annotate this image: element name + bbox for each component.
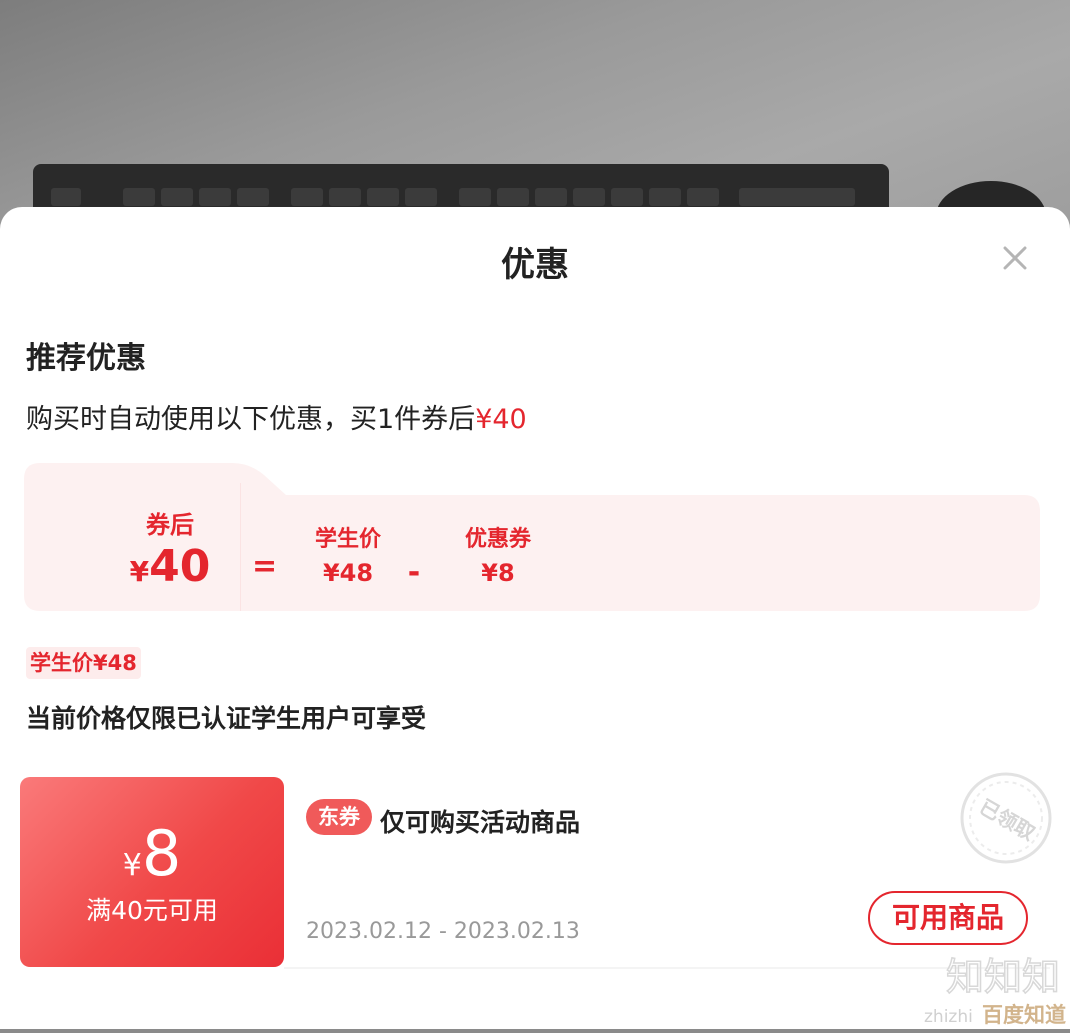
coupon-type-badge: 东券 [306,799,372,835]
student-price-tag: 学生价¥48 [26,647,141,679]
discount-sheet: 优惠 推荐优惠 购买时自动使用以下优惠，买1件券后¥40 券后 ¥40 = 学生… [0,207,1070,1029]
coupon-date-range: 2023.02.12 - 2023.02.13 [306,919,580,944]
recommend-desc: 购买时自动使用以下优惠，买1件券后¥40 [26,404,527,435]
coupon-amount: ¥8 [122,817,182,890]
coupon-value-panel: ¥8 满40元可用 [20,777,284,967]
coupon-value: ¥8 [481,559,515,587]
recommend-price: ¥40 [475,404,527,435]
coupon-detail-panel: 东券 仅可购买活动商品 2023.02.12 - 2023.02.13 可用商品 [284,777,1050,969]
watermark-logo: 知知知 zhizhi 百度知道 [920,950,1070,1029]
equals-sign: = [252,549,278,584]
coupon-label: 优惠券 [464,527,531,552]
svg-text:百度知道: 百度知道 [982,1003,1066,1027]
price-breakdown: 券后 ¥40 = 学生价 ¥48 - 优惠券 ¥8 [24,463,1040,611]
coupon-description: 仅可购买活动商品 [380,808,581,837]
recommend-title: 推荐优惠 [26,341,146,376]
coupon-condition: 满40元可用 [86,896,218,925]
background-photo [0,0,1070,240]
close-button[interactable] [996,239,1034,277]
student-price-label: 学生价 [314,527,381,552]
after-coupon-price: ¥40 [129,541,211,592]
close-icon [1003,246,1027,270]
student-price-value: ¥48 [322,559,374,587]
minus-sign: - [407,555,421,590]
svg-text:知知知: 知知知 [946,955,1060,999]
claimed-stamp-icon: 已领取 [960,772,1052,864]
sheet-title: 优惠 [501,245,569,285]
student-note: 当前价格仅限已认证学生用户可享受 [26,704,427,733]
after-coupon-label: 券后 [146,511,194,539]
available-products-button[interactable]: 可用商品 [868,891,1028,945]
svg-text:已领取: 已领取 [975,794,1039,845]
svg-text:zhizhi: zhizhi [924,1007,973,1027]
